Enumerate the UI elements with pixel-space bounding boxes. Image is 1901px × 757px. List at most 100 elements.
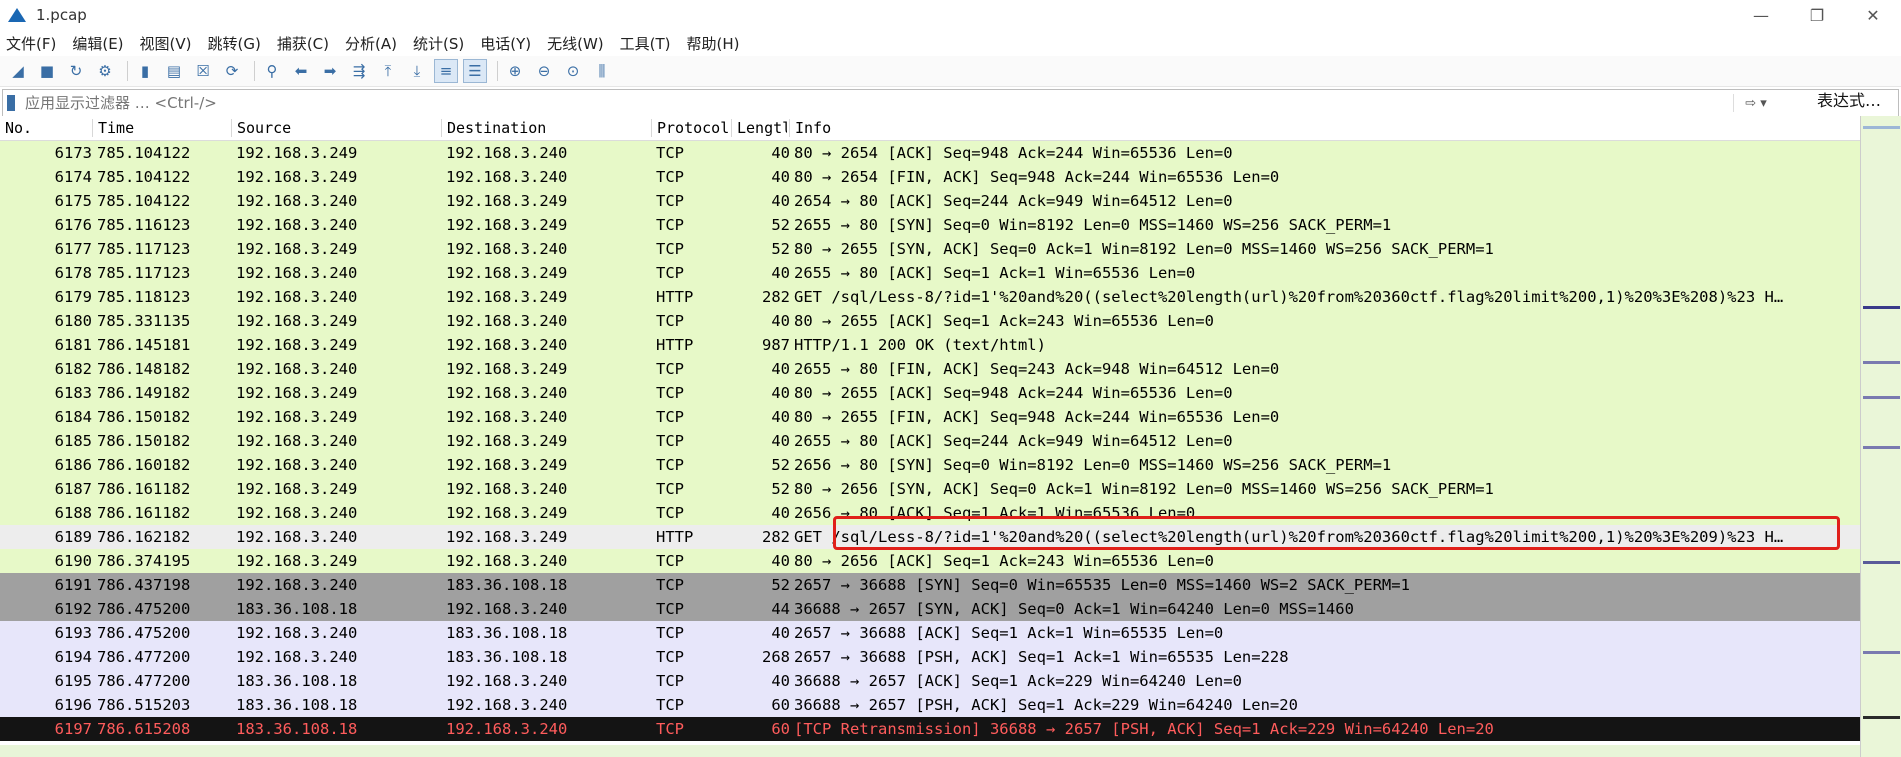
column-header-length[interactable]: Lengtl xyxy=(731,119,787,137)
packet-row[interactable]: 6185 786.150182 192.168.3.240 192.168.3.249… xyxy=(0,429,1860,453)
packet-destination: 192.168.3.240 xyxy=(446,408,568,426)
packet-row[interactable]: 6197 786.615208 183.36.108.18 192.168.3.240… xyxy=(0,717,1860,741)
packet-row[interactable]: 6178 785.117123 192.168.3.240 192.168.3.249… xyxy=(0,261,1860,285)
colorize-icon[interactable]: ☰ xyxy=(463,59,487,83)
go-back-icon[interactable]: ⬅ xyxy=(289,59,313,83)
packet-row[interactable]: 6184 786.150182 192.168.3.249 192.168.3.240… xyxy=(0,405,1860,429)
packet-destination: 183.36.108.18 xyxy=(446,624,568,642)
packet-row[interactable]: 6179 785.118123 192.168.3.240 192.168.3.249… xyxy=(0,285,1860,309)
column-header-protocol[interactable]: Protocol xyxy=(651,119,732,137)
packet-length: 987 xyxy=(762,336,790,354)
menu-capture[interactable]: 捕获(C) xyxy=(277,33,329,54)
reload-file-icon[interactable]: ⟳ xyxy=(220,59,244,83)
find-packet-icon[interactable]: ⚲ xyxy=(260,59,284,83)
packet-destination: 192.168.3.240 xyxy=(446,312,568,330)
packet-info: 2654 → 80 [ACK] Seq=244 Ack=949 Win=6451… xyxy=(794,192,1233,210)
menu-statistics[interactable]: 统计(S) xyxy=(413,33,464,54)
packet-row[interactable]: 6177 785.117123 192.168.3.249 192.168.3.240… xyxy=(0,237,1860,261)
packet-no: 6180 xyxy=(54,312,92,330)
restart-capture-icon[interactable]: ↻ xyxy=(64,59,88,83)
maximize-button[interactable]: ❐ xyxy=(1789,0,1845,30)
packet-row[interactable]: 6174 785.104122 192.168.3.249 192.168.3.240… xyxy=(0,165,1860,189)
packet-row[interactable]: 6182 786.148182 192.168.3.240 192.168.3.249… xyxy=(0,357,1860,381)
menu-edit[interactable]: 编辑(E) xyxy=(72,33,123,54)
packet-row[interactable]: 6176 785.116123 192.168.3.240 192.168.3.249… xyxy=(0,213,1860,237)
packet-row[interactable]: 6195 786.477200 183.36.108.18 192.168.3.240… xyxy=(0,669,1860,693)
packet-row[interactable]: 6187 786.161182 192.168.3.249 192.168.3.240… xyxy=(0,477,1860,501)
column-header-info[interactable]: Info xyxy=(789,119,1855,137)
menu-go[interactable]: 跳转(G) xyxy=(208,33,261,54)
minimize-button[interactable]: — xyxy=(1733,0,1789,30)
expression-button[interactable]: 表达式… xyxy=(1817,87,1881,111)
packet-row[interactable]: 6181 786.145181 192.168.3.249 192.168.3.240… xyxy=(0,333,1860,357)
packet-source: 192.168.3.240 xyxy=(236,432,358,450)
packet-row[interactable]: 6173 785.104122 192.168.3.249 192.168.3.240… xyxy=(0,141,1860,165)
close-file-icon[interactable]: ☒ xyxy=(191,59,215,83)
packet-protocol: TCP xyxy=(656,552,684,570)
menu-tools[interactable]: 工具(T) xyxy=(620,33,671,54)
packet-source: 192.168.3.240 xyxy=(236,264,358,282)
auto-scroll-icon[interactable]: ≡ xyxy=(434,59,458,83)
zoom-in-icon[interactable]: ⊕ xyxy=(503,59,527,83)
packet-destination: 192.168.3.240 xyxy=(446,720,568,738)
packet-source: 192.168.3.240 xyxy=(236,528,358,546)
packet-row[interactable]: 6191 786.437198 192.168.3.240 183.36.108.18… xyxy=(0,573,1860,597)
menu-analyze[interactable]: 分析(A) xyxy=(345,33,397,54)
packet-row[interactable]: 6190 786.374195 192.168.3.249 192.168.3.240… xyxy=(0,549,1860,573)
packet-row[interactable]: 6192 786.475200 183.36.108.18 192.168.3.240… xyxy=(0,597,1860,621)
resize-columns-icon[interactable]: ⫼ xyxy=(590,59,614,83)
save-file-icon[interactable]: ▤ xyxy=(162,59,186,83)
packet-protocol: HTTP xyxy=(656,288,694,306)
packet-destination: 192.168.3.240 xyxy=(446,384,568,402)
packet-row[interactable]: 6183 786.149182 192.168.3.249 192.168.3.240… xyxy=(0,381,1860,405)
column-header-time[interactable]: Time xyxy=(92,119,230,137)
capture-options-icon[interactable]: ⚙ xyxy=(93,59,117,83)
packet-no: 6184 xyxy=(54,408,92,426)
menu-view[interactable]: 视图(V) xyxy=(140,33,192,54)
open-file-icon[interactable]: ▮ xyxy=(133,59,157,83)
packet-length: 44 xyxy=(771,600,790,618)
packet-time: 785.117123 xyxy=(97,264,191,282)
normal-size-icon[interactable]: ⊙ xyxy=(561,59,585,83)
packet-time: 785.116123 xyxy=(97,216,191,234)
packet-length: 40 xyxy=(771,264,790,282)
packet-length: 60 xyxy=(771,696,790,714)
bookmark-icon[interactable] xyxy=(7,95,15,111)
menu-help[interactable]: 帮助(H) xyxy=(687,33,740,54)
menu-file[interactable]: 文件(F) xyxy=(6,33,56,54)
start-capture-icon[interactable]: ◢ xyxy=(6,59,30,83)
packet-row[interactable]: 6196 786.515203 183.36.108.18 192.168.3.240… xyxy=(0,693,1860,717)
filter-apply-arrow-icon[interactable]: ⇨ ▾ xyxy=(1733,94,1778,112)
packet-source: 192.168.3.249 xyxy=(236,312,358,330)
packet-row[interactable]: 6193 786.475200 192.168.3.240 183.36.108.18… xyxy=(0,621,1860,645)
packet-no: 6174 xyxy=(54,168,92,186)
packet-time: 786.615208 xyxy=(97,720,191,738)
packet-length: 40 xyxy=(771,360,790,378)
packet-length: 52 xyxy=(771,216,790,234)
column-header-destination[interactable]: Destination xyxy=(441,119,647,137)
packet-row[interactable]: 6186 786.160182 192.168.3.240 192.168.3.249… xyxy=(0,453,1860,477)
packet-protocol: TCP xyxy=(656,672,684,690)
packet-row[interactable]: 6194 786.477200 192.168.3.240 183.36.108.18… xyxy=(0,645,1860,669)
display-filter-input[interactable] xyxy=(23,93,1733,113)
column-header-no[interactable]: No. xyxy=(0,119,91,137)
column-header-source[interactable]: Source xyxy=(231,119,437,137)
go-first-icon[interactable]: ⤒ xyxy=(376,59,400,83)
menu-wireless[interactable]: 无线(W) xyxy=(547,33,604,54)
go-to-packet-icon[interactable]: ⇶ xyxy=(347,59,371,83)
packet-protocol: HTTP xyxy=(656,336,694,354)
go-last-icon[interactable]: ⤓ xyxy=(405,59,429,83)
packet-minimap-scrollbar[interactable] xyxy=(1860,116,1901,757)
go-forward-icon[interactable]: ➡ xyxy=(318,59,342,83)
packet-row[interactable]: 6180 785.331135 192.168.3.249 192.168.3.240… xyxy=(0,309,1860,333)
packet-destination: 192.168.3.249 xyxy=(446,216,568,234)
packet-source: 192.168.3.249 xyxy=(236,168,358,186)
stop-capture-icon[interactable]: ■ xyxy=(35,59,59,83)
packet-source: 192.168.3.240 xyxy=(236,360,358,378)
menu-telephony[interactable]: 电话(Y) xyxy=(480,33,531,54)
packet-row[interactable]: 6175 785.104122 192.168.3.240 192.168.3.249… xyxy=(0,189,1860,213)
packet-source: 183.36.108.18 xyxy=(236,600,358,618)
zoom-out-icon[interactable]: ⊖ xyxy=(532,59,556,83)
close-button[interactable]: ✕ xyxy=(1845,0,1901,30)
packet-info: 2655 → 80 [FIN, ACK] Seq=243 Ack=948 Win… xyxy=(794,360,1280,378)
